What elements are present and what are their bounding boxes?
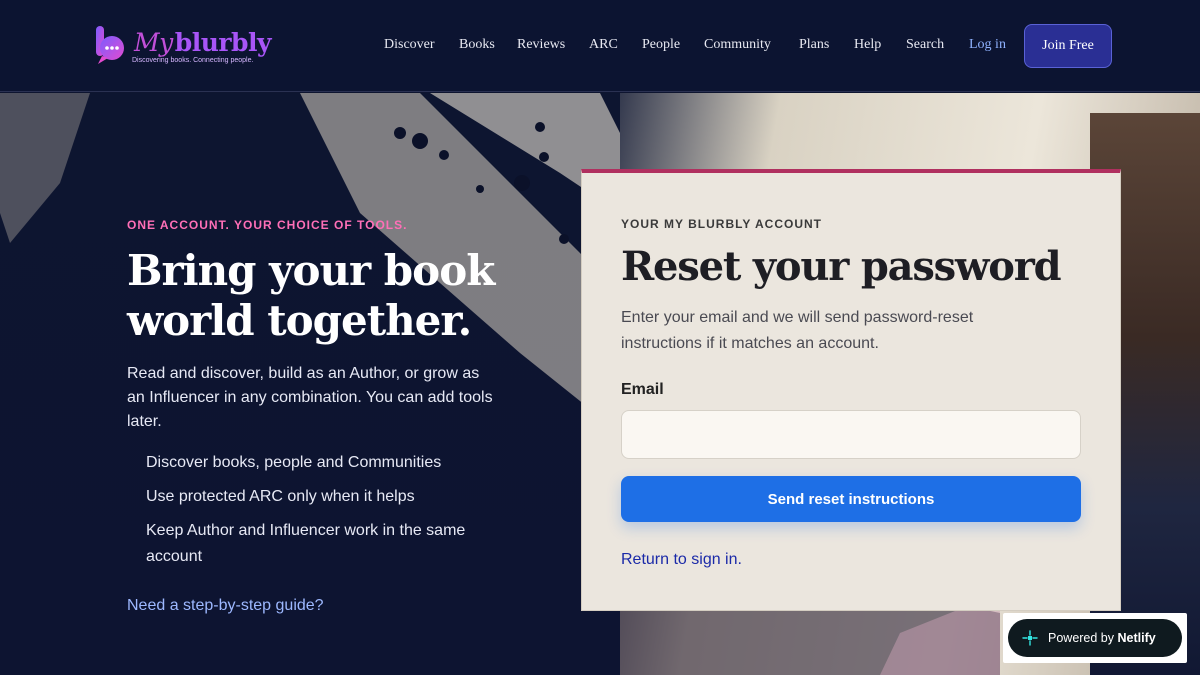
brand-wordmark: Myblurbly bbox=[134, 28, 272, 57]
step-by-step-guide-link[interactable]: Need a step-by-step guide? bbox=[127, 597, 324, 615]
nav-community[interactable]: Community bbox=[704, 37, 771, 53]
feature-list: Discover books, people and Communities U… bbox=[146, 450, 496, 578]
nav-help[interactable]: Help bbox=[854, 37, 881, 53]
list-item: Discover books, people and Communities bbox=[146, 454, 442, 471]
nav-plans[interactable]: Plans bbox=[799, 37, 829, 53]
send-reset-instructions-button[interactable]: Send reset instructions bbox=[621, 476, 1081, 522]
email-field[interactable] bbox=[621, 410, 1081, 459]
card-description: Enter your email and we will send passwo… bbox=[621, 309, 974, 352]
brand-tagline: Discovering books. Connecting people. bbox=[132, 57, 254, 64]
hero-eyebrow: ONE ACCOUNT. YOUR CHOICE OF TOOLS. bbox=[127, 218, 408, 232]
card-eyebrow: YOUR MY BLURBLY ACCOUNT bbox=[621, 217, 823, 231]
logo-mark-icon bbox=[96, 26, 124, 64]
nav-search[interactable]: Search bbox=[906, 37, 944, 53]
netlify-brand: Netlify bbox=[1117, 631, 1156, 645]
nav-arc[interactable]: ARC bbox=[589, 37, 618, 53]
list-item: Use protected ARC only when it helps bbox=[146, 488, 415, 505]
nav-books[interactable]: Books bbox=[459, 37, 495, 53]
return-to-sign-in-link[interactable]: Return to sign in. bbox=[621, 551, 742, 569]
join-free-button[interactable]: Join Free bbox=[1024, 24, 1112, 68]
reset-password-card: YOUR MY BLURBLY ACCOUNT Reset your passw… bbox=[581, 169, 1121, 611]
list-item: Keep Author and Influencer work in the s… bbox=[146, 522, 466, 565]
netlify-prefix: Powered by bbox=[1048, 631, 1115, 645]
nav-discover[interactable]: Discover bbox=[384, 37, 435, 53]
hero-headline: Bring your book world together. bbox=[127, 246, 495, 345]
netlify-badge-container: Powered by Netlify bbox=[1003, 613, 1187, 663]
hero-intro: Read and discover, build as an Author, o… bbox=[127, 365, 493, 430]
nav-people[interactable]: People bbox=[642, 37, 680, 53]
powered-by-netlify-badge[interactable]: Powered by Netlify bbox=[1008, 619, 1182, 657]
nav-log-in[interactable]: Log in bbox=[969, 37, 1006, 53]
top-navigation-bar: Myblurbly Discovering books. Connecting … bbox=[0, 0, 1200, 92]
email-label: Email bbox=[621, 381, 664, 398]
nav-reviews[interactable]: Reviews bbox=[517, 37, 565, 53]
brand-logo[interactable]: Myblurbly Discovering books. Connecting … bbox=[94, 24, 284, 70]
netlify-icon bbox=[1022, 630, 1038, 646]
card-title: Reset your password bbox=[621, 243, 1062, 290]
